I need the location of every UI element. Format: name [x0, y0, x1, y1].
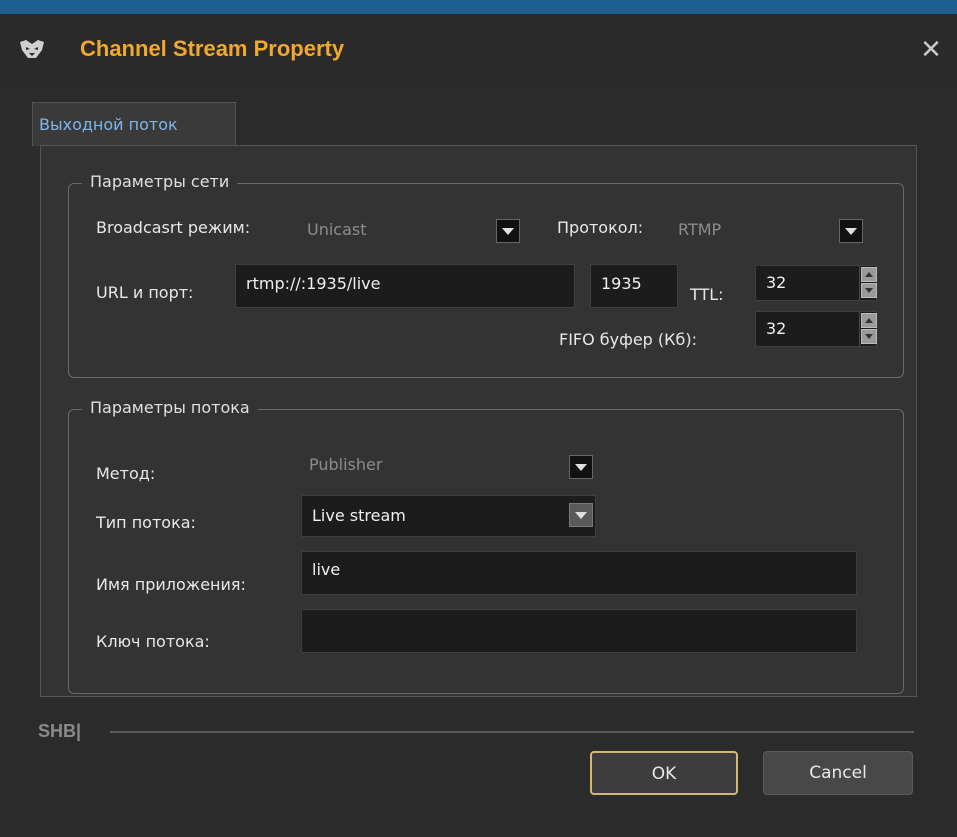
method-label: Метод: [96, 464, 156, 483]
stream-key-input[interactable] [301, 609, 857, 653]
stream-params-legend: Параметры потока [82, 398, 258, 417]
method-dropdown-button[interactable] [569, 455, 593, 479]
app-logo-icon [18, 38, 46, 60]
protocol-dropdown-button[interactable] [839, 219, 863, 243]
method-value[interactable]: Publisher [309, 455, 382, 474]
stream-type-label: Тип потока: [96, 513, 196, 532]
ttl-increment-icon[interactable] [861, 267, 877, 282]
cancel-button[interactable]: Cancel [763, 751, 913, 795]
stream-type-dropdown-button[interactable] [569, 503, 593, 527]
broadcast-mode-label: Broadcasrt режим: [96, 218, 251, 237]
brand-logo: SHB| [38, 721, 82, 741]
stream-key-label: Ключ потока: [96, 632, 210, 651]
ttl-decrement-icon[interactable] [861, 283, 877, 298]
broadcast-mode-value[interactable]: Unicast [307, 220, 367, 239]
stream-type-select[interactable]: Live stream [301, 495, 596, 537]
ok-button[interactable]: OK [590, 751, 738, 795]
url-input[interactable]: rtmp://:1935/live [235, 264, 575, 308]
ttl-label: TTL: [690, 285, 724, 304]
port-input[interactable]: 1935 [590, 264, 678, 308]
fifo-increment-icon[interactable] [861, 313, 877, 328]
url-port-label: URL и порт: [96, 283, 194, 302]
window-top-accent [0, 0, 957, 14]
protocol-label: Протокол: [557, 218, 644, 237]
app-name-input[interactable]: live [301, 551, 857, 595]
footer-divider [110, 731, 914, 733]
close-button[interactable]: ✕ [915, 34, 947, 66]
protocol-value[interactable]: RTMP [678, 220, 721, 239]
window-title: Channel Stream Property [80, 36, 345, 61]
app-name-label: Имя приложения: [96, 575, 246, 594]
fifo-buffer-spinner[interactable] [859, 312, 877, 346]
broadcast-mode-dropdown-button[interactable] [496, 219, 520, 243]
network-params-legend: Параметры сети [82, 172, 238, 191]
fifo-buffer-label: FIFO буфер (Кб): [559, 330, 698, 349]
tab-output-stream[interactable]: Выходной поток [32, 102, 236, 146]
fifo-decrement-icon[interactable] [861, 329, 877, 344]
ttl-spinner[interactable] [859, 266, 877, 300]
close-icon: ✕ [920, 35, 942, 65]
